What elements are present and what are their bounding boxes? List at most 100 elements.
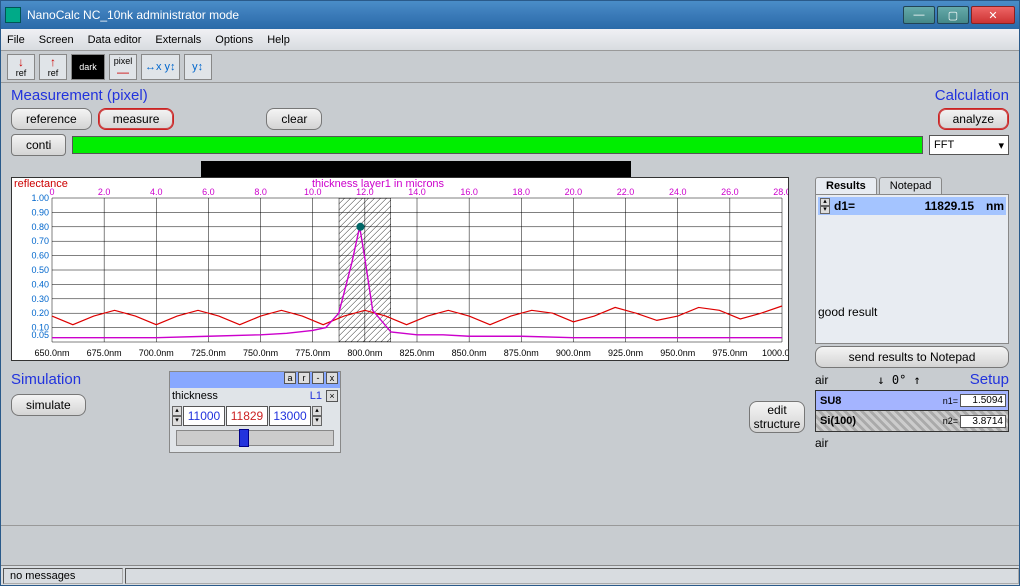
svg-text:28.0: 28.0 — [773, 187, 788, 197]
svg-text:850.0nm: 850.0nm — [452, 348, 487, 358]
svg-text:0.10: 0.10 — [31, 323, 49, 333]
statusbar: no messages — [1, 565, 1019, 585]
svg-text:0.80: 0.80 — [31, 222, 49, 232]
close-button[interactable]: ✕ — [971, 6, 1015, 24]
layer-si[interactable]: Si(100) n2= 3.8714 — [816, 411, 1008, 431]
tool-dark[interactable]: dark — [71, 54, 105, 80]
chart-svg: 0.050.100.200.300.400.500.600.700.800.90… — [12, 178, 788, 360]
progress-bar — [72, 136, 923, 154]
menu-options[interactable]: Options — [215, 34, 253, 46]
n2-value: 3.8714 — [960, 415, 1006, 428]
status-message: no messages — [3, 568, 123, 584]
simulation-title: Simulation — [11, 371, 86, 388]
send-results-button[interactable]: send results to Notepad — [815, 346, 1009, 368]
menu-data-editor[interactable]: Data editor — [88, 34, 142, 46]
d1-value: 11829.15 — [874, 199, 974, 213]
status-empty — [125, 568, 1019, 584]
incidence-arrows: ↓ 0° ↑ — [877, 373, 920, 387]
thick-val[interactable]: 11829 — [226, 406, 268, 426]
svg-text:1.00: 1.00 — [31, 193, 49, 203]
main-area: Measurement (pixel) Calculation referenc… — [1, 83, 1019, 525]
result-d1-row: ▴▾ d1= 11829.15 nm — [818, 197, 1006, 215]
svg-text:0.30: 0.30 — [31, 294, 49, 304]
tool-ref-up[interactable]: ↑ref — [39, 54, 67, 80]
menu-screen[interactable]: Screen — [39, 34, 74, 46]
svg-text:24.0: 24.0 — [669, 187, 687, 197]
layer-label: L1 — [310, 390, 322, 402]
svg-text:800.0nm: 800.0nm — [347, 348, 382, 358]
svg-text:875.0nm: 875.0nm — [504, 348, 539, 358]
n1-value: 1.5094 — [960, 394, 1006, 407]
tab-notepad[interactable]: Notepad — [879, 177, 943, 194]
thickness-panel: a r - x thickness L1 × ▴▾ 11000 11829 13… — [169, 371, 341, 453]
min-down[interactable]: ▾ — [172, 416, 182, 426]
fft-select[interactable]: FFT▾ — [929, 135, 1009, 155]
window-title: NanoCalc NC_10nk administrator mode — [27, 8, 903, 22]
thick-a[interactable]: a — [284, 372, 296, 384]
slider-knob[interactable] — [239, 429, 249, 447]
svg-text:700.0nm: 700.0nm — [139, 348, 174, 358]
titlebar: NanoCalc NC_10nk administrator mode — ▢ … — [1, 1, 1019, 29]
d1-unit: nm — [974, 199, 1004, 213]
toolbar: ↓ref ↑ref dark pixel— ↔x y↕ y↕ — [1, 51, 1019, 83]
clear-button[interactable]: clear — [266, 108, 322, 130]
thickness-slider[interactable] — [176, 430, 334, 446]
d1-up[interactable]: ▴ — [820, 198, 830, 206]
thick-max[interactable]: 13000 — [269, 406, 311, 426]
thickness-axis-label: thickness layer1 in microns — [312, 178, 444, 190]
tool-axis-xy[interactable]: ↔x y↕ — [141, 54, 180, 80]
tool-pixel[interactable]: pixel— — [109, 54, 137, 80]
reflectance-label: reflectance — [14, 178, 68, 190]
measurement-title: Measurement (pixel) — [11, 87, 148, 104]
svg-text:1000.0nm: 1000.0nm — [762, 348, 788, 358]
thick-x[interactable]: x — [326, 372, 338, 384]
black-bar — [201, 161, 631, 177]
tab-results[interactable]: Results — [815, 177, 877, 194]
layer-su8[interactable]: SU8 n1= 1.5094 — [816, 391, 1008, 411]
max-up[interactable]: ▴ — [312, 406, 322, 416]
svg-text:2.0: 2.0 — [98, 187, 111, 197]
menu-externals[interactable]: Externals — [155, 34, 201, 46]
reference-button[interactable]: reference — [11, 108, 92, 130]
air-bottom: air — [815, 436, 1009, 450]
svg-text:675.0nm: 675.0nm — [87, 348, 122, 358]
thickness-label: thickness — [172, 390, 310, 402]
edit-structure-button[interactable]: editstructure — [749, 401, 805, 433]
measure-button[interactable]: measure — [98, 108, 175, 130]
svg-text:0.40: 0.40 — [31, 279, 49, 289]
tool-axis-y[interactable]: y↕ — [184, 54, 212, 80]
air-top: air — [815, 373, 828, 387]
conti-button[interactable]: conti — [11, 134, 66, 156]
simulate-button[interactable]: simulate — [11, 394, 86, 416]
tool-ref-down[interactable]: ↓ref — [7, 54, 35, 80]
menu-file[interactable]: File — [7, 34, 25, 46]
svg-text:8.0: 8.0 — [254, 187, 267, 197]
svg-text:925.0nm: 925.0nm — [608, 348, 643, 358]
maximize-button[interactable]: ▢ — [937, 6, 969, 24]
d1-down[interactable]: ▾ — [820, 206, 830, 214]
svg-text:0.20: 0.20 — [31, 308, 49, 318]
max-down[interactable]: ▾ — [312, 416, 322, 426]
minimize-button[interactable]: — — [903, 6, 935, 24]
thick-close[interactable]: × — [326, 390, 338, 402]
min-up[interactable]: ▴ — [172, 406, 182, 416]
svg-text:825.0nm: 825.0nm — [399, 348, 434, 358]
svg-text:900.0nm: 900.0nm — [556, 348, 591, 358]
svg-text:650.0nm: 650.0nm — [34, 348, 69, 358]
chart: reflectance thickness layer1 in microns … — [11, 177, 789, 361]
svg-text:975.0nm: 975.0nm — [712, 348, 747, 358]
svg-text:775.0nm: 775.0nm — [295, 348, 330, 358]
svg-text:0.60: 0.60 — [31, 251, 49, 261]
thick-r[interactable]: r — [298, 372, 310, 384]
thick-min[interactable]: 11000 — [183, 406, 225, 426]
thick-dash[interactable]: - — [312, 372, 324, 384]
app-icon — [5, 7, 21, 23]
svg-text:18.0: 18.0 — [513, 187, 531, 197]
svg-text:6.0: 6.0 — [202, 187, 215, 197]
setup-title: Setup — [970, 371, 1009, 388]
svg-text:750.0nm: 750.0nm — [243, 348, 278, 358]
svg-text:16.0: 16.0 — [460, 187, 478, 197]
analyze-button[interactable]: analyze — [938, 108, 1009, 130]
menu-help[interactable]: Help — [267, 34, 290, 46]
svg-text:4.0: 4.0 — [150, 187, 163, 197]
